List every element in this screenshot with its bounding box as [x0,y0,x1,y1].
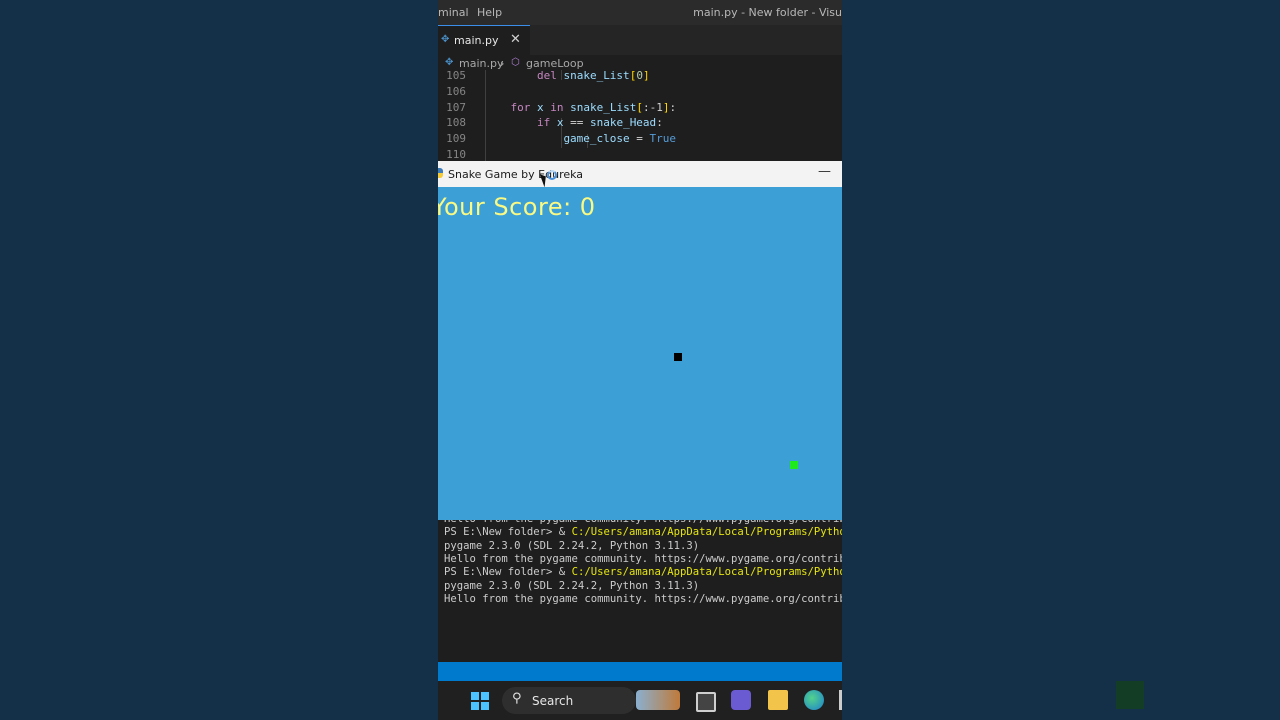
breadcrumb-file[interactable]: main.py [459,57,503,70]
code-token: 0 [636,70,643,82]
code-token: snake_Head [589,116,657,130]
indent-guide [485,70,486,162]
line-number: 110 [446,148,466,161]
code-token: del [536,70,564,82]
terminal-line: PS E:\New folder> & C:/Users/amana/AppDa… [444,526,842,538]
terminal-prompt: PS E:\New folder> & [444,526,572,539]
taskbar-search[interactable]: ⚲ Search [502,687,636,714]
code-line: if x == snake_Head: [537,116,663,129]
score-display: Your Score: 0 [438,193,596,221]
tab-main-py[interactable]: ✥ main.py ✕ [438,25,530,55]
widgets-icon[interactable] [636,690,680,710]
code-token: ] [642,70,650,82]
line-number: 105 [446,70,466,82]
terminal-line: pygame 2.3.0 (SDL 2.24.2, Python 3.11.3) [444,539,700,552]
vscode-menubar: minal Help main.py - New folder - Visu [438,0,842,25]
search-label: Search [532,694,574,708]
code-token: game_close [563,132,630,146]
terminal-line: Hello from the pygame community. https:/… [444,592,842,605]
terminal-command-path: C:/Users/amana/AppData/Local/Programs/Py… [571,526,842,539]
game-window-title: Snake Game by Edureka [448,168,584,181]
code-token: :-1 [642,100,663,114]
code-token: [ [636,100,643,114]
code-token: for [510,100,537,114]
background-left [0,0,438,720]
menu-terminal[interactable]: minal [438,6,469,19]
terminal-panel[interactable]: Hello from the pygame community. https:/… [438,520,842,662]
breadcrumb-symbol[interactable]: gameLoop [526,57,584,70]
code-token: x [536,100,544,114]
python-file-icon: ✥ [445,57,454,68]
minimize-button[interactable]: — [818,164,831,179]
background-right [842,0,1280,720]
line-number: 106 [446,84,466,98]
code-editor[interactable]: 105 del snake_List[0] 106 107 for x in snake… [438,70,842,162]
search-icon: ⚲ [512,691,522,706]
task-view-icon[interactable] [696,692,716,712]
code-token: == [563,116,590,130]
terminal-line: PS E:\New folder> & C:/Users/amana/AppDa… [444,566,842,578]
background-decoration [1116,681,1144,709]
file-explorer-icon[interactable] [768,690,788,710]
food-block [790,461,798,469]
breadcrumb-separator: › [500,57,505,70]
terminal-line: pygame 2.3.0 (SDL 2.24.2, Python 3.11.3) [444,579,700,592]
editor-tab-bar: ✥ main.py ✕ [438,25,842,55]
terminal-line: Hello from the pygame community. https:/… [444,520,842,525]
window-title: main.py - New folder - Visu [693,6,842,19]
line-number: 108 [446,116,466,130]
edge-icon[interactable] [804,690,824,710]
code-token: in [543,100,571,114]
code-token: = [629,132,650,146]
taskbar-app-icon[interactable] [839,690,842,710]
game-canvas[interactable]: Your Score: 0 [438,187,842,521]
windows-taskbar: ⚲ Search [438,681,842,720]
code-token: : [656,116,663,130]
code-token: if [536,116,557,130]
line-number: 107 [446,100,466,114]
terminal-line: Hello from the pygame community. https:/… [444,552,842,565]
code-line: for x in snake_List[:-1]: [510,101,676,114]
close-tab-icon[interactable]: ✕ [510,32,521,47]
code-line: game_close = True [563,132,676,145]
terminal-prompt: PS E:\New folder> & [444,566,572,579]
snake-head [674,353,682,361]
pygame-window: Snake Game by Edureka — Your Score: 0 [438,161,842,521]
code-token: : [669,100,677,114]
game-window-titlebar[interactable]: Snake Game by Edureka — [438,161,842,188]
line-number: 109 [446,132,466,146]
teams-icon[interactable] [731,690,751,710]
code-token: True [649,132,677,146]
python-app-icon [438,168,443,178]
status-bar [438,662,842,681]
code-token: snake_List [570,100,637,114]
method-symbol-icon: ⬡ [511,57,520,68]
busy-cursor-icon [547,170,557,180]
terminal-command-path: C:/Users/amana/AppData/Local/Programs/Py… [571,566,842,579]
screen-recording-frame: minal Help main.py - New folder - Visu ✥… [438,0,842,720]
menu-help[interactable]: Help [477,6,502,19]
code-line: del snake_List[0] [537,70,650,82]
tab-label: main.py [454,34,499,47]
python-file-icon: ✥ [441,34,450,45]
windows-start-icon[interactable] [471,692,489,710]
code-token: snake_List [563,70,630,82]
